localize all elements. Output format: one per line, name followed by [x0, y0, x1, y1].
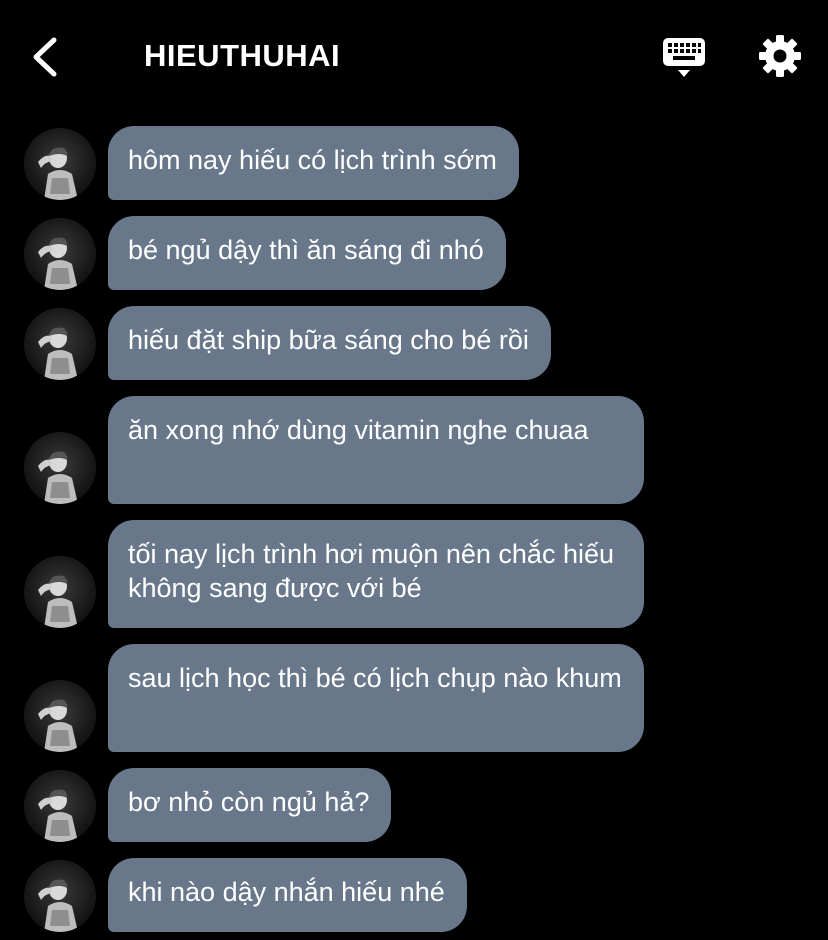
message-bubble[interactable]: bơ nhỏ còn ngủ hả? — [108, 768, 392, 842]
keyboard-icon — [663, 38, 705, 77]
avatar[interactable] — [24, 308, 96, 380]
chevron-left-icon — [33, 37, 57, 77]
message-row: hiếu đặt ship bữa sáng cho bé rồi — [0, 306, 828, 380]
message-bubble[interactable]: bé ngủ dậy thì ăn sáng đi nhó — [108, 216, 506, 290]
gear-icon — [759, 35, 801, 77]
avatar[interactable] — [24, 860, 96, 932]
message-row: khi nào dậy nhắn hiếu nhé — [0, 858, 828, 932]
avatar[interactable] — [24, 770, 96, 842]
keyboard-button[interactable] — [660, 36, 708, 80]
chat-header: HIEUTHUHAI — [0, 0, 828, 112]
message-bubble[interactable]: ăn xong nhớ dùng vitamin nghe chuaa — [108, 396, 644, 504]
message-row: sau lịch học thì bé có lịch chụp nào khu… — [0, 644, 828, 752]
message-row: bơ nhỏ còn ngủ hả? — [0, 768, 828, 842]
message-row: tối nay lịch trình hơi muộn nên chắc hiế… — [0, 520, 828, 628]
settings-button[interactable] — [758, 34, 802, 78]
message-bubble[interactable]: hiếu đặt ship bữa sáng cho bé rồi — [108, 306, 551, 380]
back-button[interactable] — [26, 34, 66, 80]
avatar[interactable] — [24, 218, 96, 290]
message-row: bé ngủ dậy thì ăn sáng đi nhó — [0, 216, 828, 290]
message-bubble[interactable]: khi nào dậy nhắn hiếu nhé — [108, 858, 467, 932]
message-row: hôm nay hiếu có lịch trình sớm — [0, 126, 828, 200]
message-bubble[interactable]: tối nay lịch trình hơi muộn nên chắc hiế… — [108, 520, 644, 628]
message-row: ăn xong nhớ dùng vitamin nghe chuaa — [0, 396, 828, 504]
message-bubble[interactable]: hôm nay hiếu có lịch trình sớm — [108, 126, 519, 200]
avatar[interactable] — [24, 556, 96, 628]
chat-title: HIEUTHUHAI — [144, 38, 341, 73]
avatar[interactable] — [24, 432, 96, 504]
avatar[interactable] — [24, 680, 96, 752]
avatar[interactable] — [24, 128, 96, 200]
message-bubble[interactable]: sau lịch học thì bé có lịch chụp nào khu… — [108, 644, 644, 752]
